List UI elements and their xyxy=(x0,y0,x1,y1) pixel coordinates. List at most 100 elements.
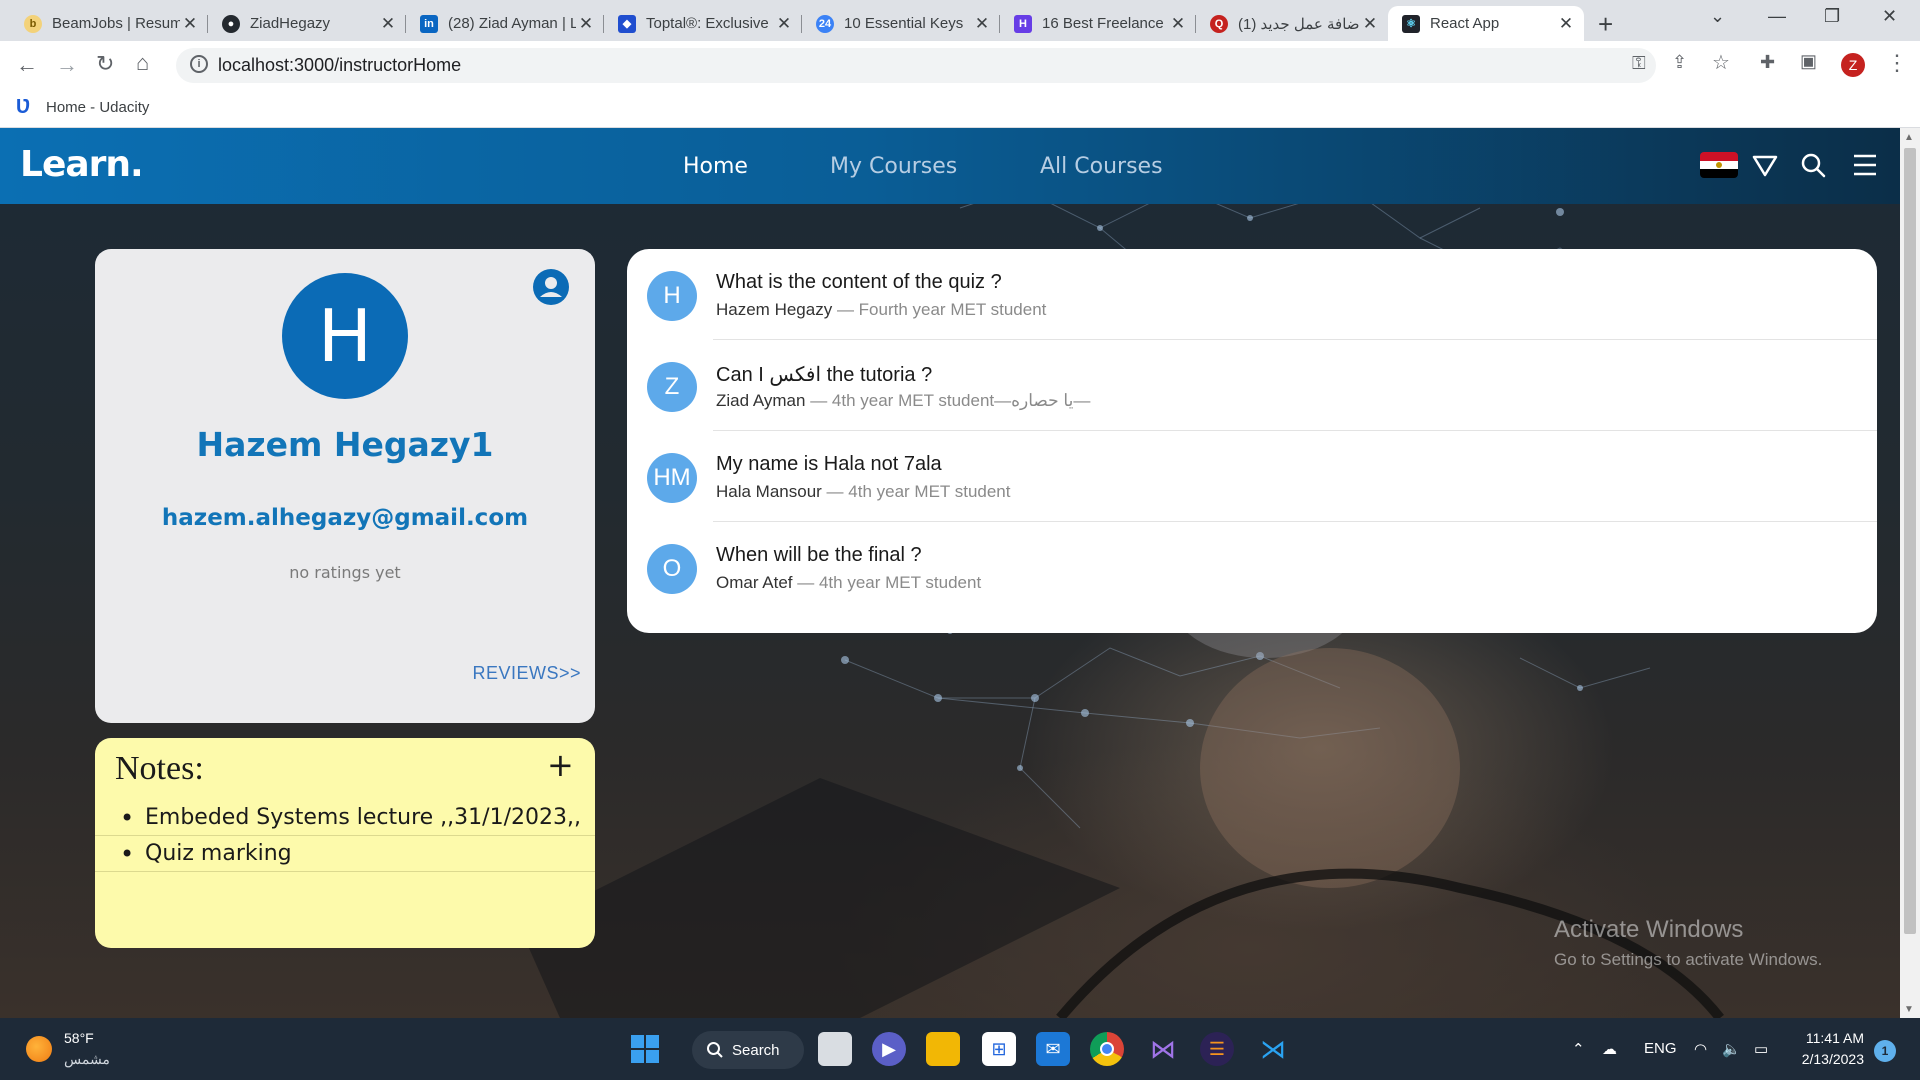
language-dropdown-icon[interactable] xyxy=(1752,154,1778,178)
question-avatar: Z xyxy=(647,362,697,412)
tab-react-app[interactable]: ⚛ React App ✕ xyxy=(1388,6,1584,41)
mail-icon[interactable]: ✉ xyxy=(1036,1032,1070,1066)
close-icon[interactable]: ✕ xyxy=(576,14,596,34)
scroll-down-arrow-icon[interactable]: ▼ xyxy=(1904,1004,1914,1015)
battery-icon[interactable]: ▭ xyxy=(1754,1040,1768,1058)
tab-linkedin[interactable]: in (28) Ziad Ayman | LinkedIn ✕ xyxy=(406,6,604,41)
scroll-up-arrow-icon[interactable]: ▲ xyxy=(1904,132,1914,143)
question-item[interactable]: H What is the content of the quiz ? Haze… xyxy=(627,249,1877,340)
input-language[interactable]: ENG xyxy=(1644,1040,1677,1057)
show-hidden-icons-chevron-icon[interactable]: ⌃ xyxy=(1572,1040,1585,1058)
minimize-button[interactable]: — xyxy=(1768,6,1786,27)
beamjobs-icon: b xyxy=(24,14,42,33)
search-icon[interactable] xyxy=(1800,152,1826,178)
clock-time[interactable]: 11:41 AM xyxy=(1804,1030,1864,1046)
tab-title: ZiadHegazy xyxy=(250,15,331,32)
question-author: Ziad Ayman xyxy=(716,391,806,410)
activate-windows-watermark: Activate Windows Go to Settings to activ… xyxy=(1554,916,1822,970)
profile-avatar[interactable]: Z xyxy=(1841,53,1865,77)
new-tab-button[interactable]: + xyxy=(1598,9,1613,40)
scrollbar-thumb[interactable] xyxy=(1904,148,1916,934)
account-circle-icon[interactable] xyxy=(533,269,569,305)
close-icon[interactable]: ✕ xyxy=(180,14,200,34)
tab-github[interactable]: ● ZiadHegazy ✕ xyxy=(208,6,406,41)
question-detail: — Fourth year MET student xyxy=(832,300,1047,319)
window-close-button[interactable]: ✕ xyxy=(1882,6,1897,27)
close-icon[interactable]: ✕ xyxy=(1360,14,1380,34)
nav-all-courses[interactable]: All Courses xyxy=(1040,154,1163,179)
wifi-icon[interactable]: ◠ xyxy=(1694,1040,1707,1058)
tab-quora[interactable]: Q (1) إضافة عمل جديد ✕ xyxy=(1196,6,1388,41)
close-icon[interactable]: ✕ xyxy=(774,14,794,34)
close-icon[interactable]: ✕ xyxy=(972,14,992,34)
menu-kebab-icon[interactable]: ⋮ xyxy=(1886,50,1908,76)
question-item[interactable]: HM My name is Hala not 7ala Hala Mansour… xyxy=(627,431,1877,522)
search-icon xyxy=(707,1042,723,1058)
question-detail: — 4th year MET student—يا حصاره— xyxy=(805,391,1091,410)
back-icon[interactable]: ← xyxy=(16,52,38,78)
weather-sun-icon[interactable] xyxy=(26,1036,52,1062)
microsoft-store-icon[interactable]: ⊞ xyxy=(982,1032,1016,1066)
notification-badge[interactable]: 1 xyxy=(1874,1040,1896,1062)
side-panel-icon[interactable]: ▣ xyxy=(1800,51,1817,72)
note-item[interactable]: Embeded Systems lecture ,,31/1/2023,, xyxy=(95,800,595,836)
close-icon[interactable]: ✕ xyxy=(1168,14,1188,34)
add-note-button[interactable]: + xyxy=(547,746,574,784)
watermark-subtitle: Go to Settings to activate Windows. xyxy=(1554,950,1823,969)
reviews-link[interactable]: REVIEWS>> xyxy=(472,663,581,684)
tab-essential-keys[interactable]: 24 10 Essential Keys ✕ xyxy=(802,6,1000,41)
badge-24-icon: 24 xyxy=(816,14,834,33)
bookmark-udacity[interactable]: Ʋ Home - Udacity xyxy=(16,96,149,118)
vscode-icon[interactable]: ⋊ xyxy=(1256,1032,1290,1066)
taskbar-search[interactable]: Search xyxy=(692,1031,804,1069)
file-explorer-icon[interactable] xyxy=(926,1032,960,1066)
site-logo[interactable]: Learn. xyxy=(20,144,144,185)
weather-condition[interactable]: مشمس xyxy=(64,1051,110,1068)
hamburger-menu-icon[interactable] xyxy=(1852,153,1878,177)
hostinger-icon: H xyxy=(1014,14,1032,33)
volume-icon[interactable]: 🔈 xyxy=(1722,1040,1741,1058)
eclipse-icon[interactable]: ☰ xyxy=(1200,1032,1234,1066)
question-meta: Hala Mansour — 4th year MET student xyxy=(716,482,1011,502)
chrome-icon[interactable] xyxy=(1090,1032,1124,1066)
notes-title: Notes: xyxy=(115,750,204,787)
note-item[interactable]: Quiz marking xyxy=(95,836,595,872)
close-icon[interactable]: ✕ xyxy=(1556,14,1576,34)
bookmark-star-icon[interactable]: ☆ xyxy=(1712,50,1730,75)
tab-title: (1) إضافة عمل جديد xyxy=(1238,15,1360,33)
question-author: Hazem Hegazy xyxy=(716,300,833,319)
restore-button[interactable]: ❐ xyxy=(1824,6,1840,27)
taskbar-search-label: Search xyxy=(732,1041,780,1059)
forward-icon[interactable]: → xyxy=(56,52,78,78)
close-icon[interactable]: ✕ xyxy=(378,14,398,34)
tab-beamjobs[interactable]: b BeamJobs | Resume ✕ xyxy=(10,6,208,41)
instructor-name: Hazem Hegazy1 xyxy=(196,425,494,464)
home-icon[interactable]: ⌂ xyxy=(136,50,149,76)
tab-toptal[interactable]: ◆ Toptal®: Exclusive ✕ xyxy=(604,6,802,41)
reload-icon[interactable]: ↻ xyxy=(96,51,114,77)
question-item[interactable]: O When will be the final ? Omar Atef — 4… xyxy=(627,522,1877,613)
github-icon: ● xyxy=(222,14,240,33)
task-view-icon[interactable] xyxy=(818,1032,852,1066)
extensions-icon[interactable]: ✚ xyxy=(1760,52,1775,73)
site-info-icon[interactable]: i xyxy=(190,55,208,73)
instructor-email: hazem.alhegazy@gmail.com xyxy=(161,505,529,531)
tab-freelance[interactable]: H 16 Best Freelance ✕ xyxy=(1000,6,1196,41)
notes-list: Embeded Systems lecture ,,31/1/2023,, Qu… xyxy=(95,800,595,872)
share-icon[interactable]: ⇪ xyxy=(1672,52,1687,73)
visual-studio-icon[interactable]: ⋈ xyxy=(1146,1032,1180,1066)
teams-chat-icon[interactable]: ▶ xyxy=(872,1032,906,1066)
weather-temperature[interactable]: 58°F xyxy=(64,1030,94,1046)
address-url[interactable]: localhost:3000/instructorHome xyxy=(218,55,461,76)
clock-date[interactable]: 2/13/2023 xyxy=(1790,1051,1864,1067)
egypt-flag-icon[interactable] xyxy=(1700,152,1738,178)
question-item[interactable]: Z Can I افكس the tutoria ? Ziad Ayman — … xyxy=(627,340,1877,431)
question-detail: — 4th year MET student xyxy=(821,482,1011,501)
tab-search-chevron-icon[interactable]: ⌄ xyxy=(1710,6,1725,27)
notes-card: Notes: + Embeded Systems lecture ,,31/1/… xyxy=(95,738,595,948)
key-icon[interactable]: ⚿ xyxy=(1632,53,1646,74)
onedrive-cloud-icon[interactable]: ☁ xyxy=(1602,1040,1617,1058)
nav-my-courses[interactable]: My Courses xyxy=(830,154,957,179)
nav-home[interactable]: Home xyxy=(683,154,748,179)
windows-start-icon[interactable] xyxy=(628,1032,662,1066)
